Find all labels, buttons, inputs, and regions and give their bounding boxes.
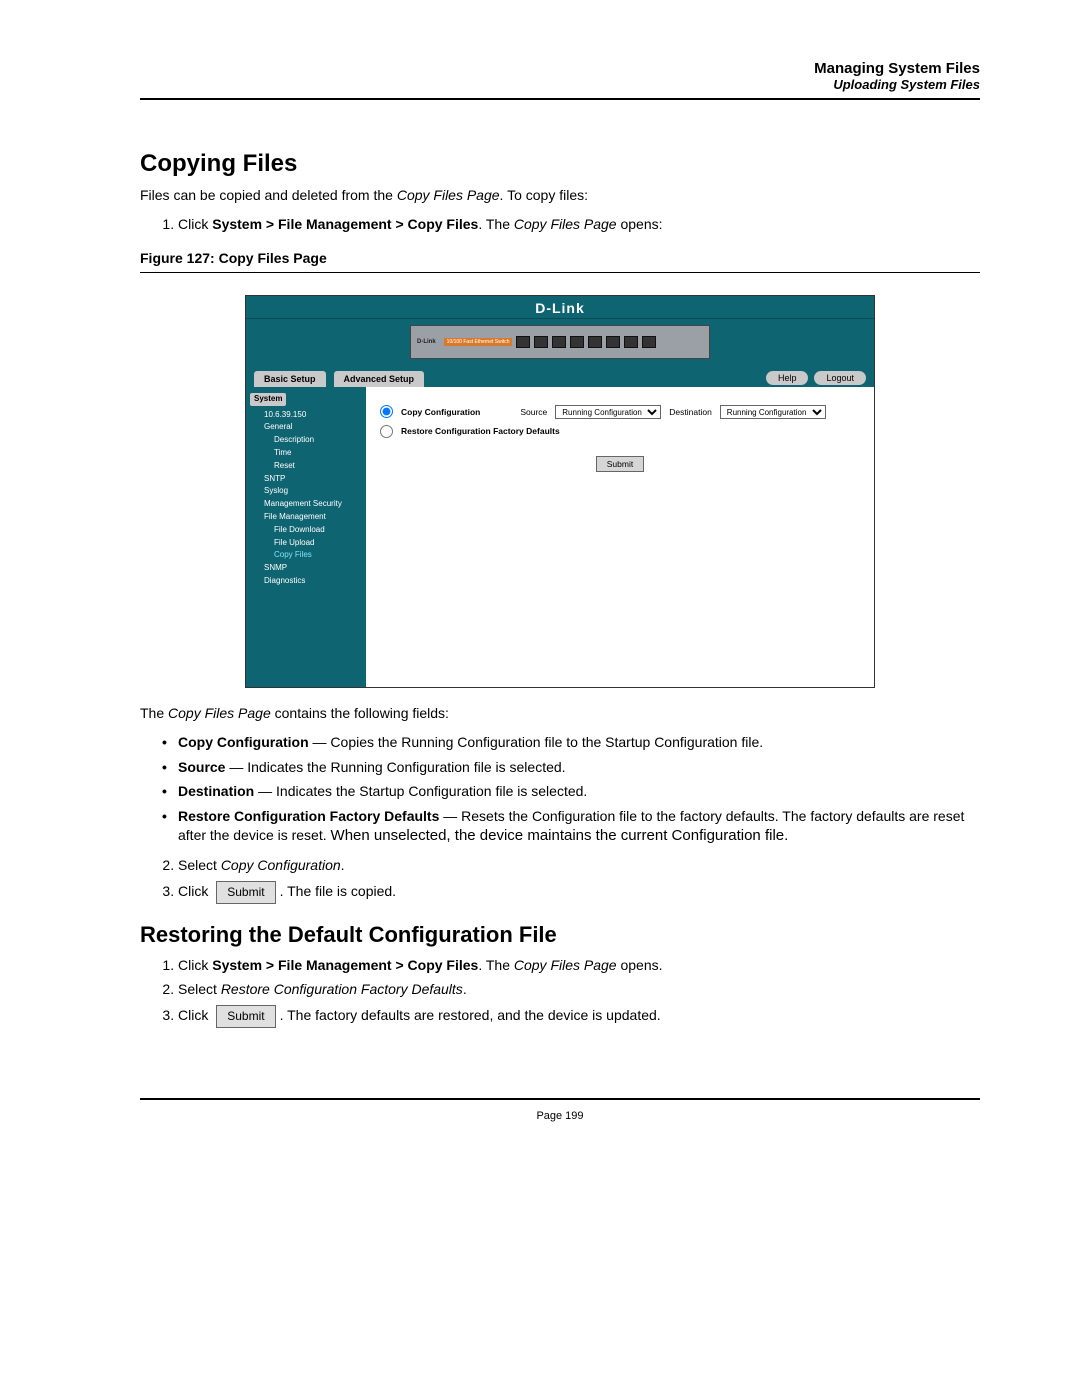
fields-intro: The Copy Files Page contains the followi… [140,704,980,723]
intro-paragraph: Files can be copied and deleted from the… [140,186,980,205]
header-title: Managing System Files [140,60,980,77]
page-header: Managing System Files Uploading System F… [140,60,980,92]
tab-basic-setup[interactable]: Basic Setup [254,371,326,387]
restore-step-2: Select Restore Configuration Factory Def… [178,980,980,999]
header-subtitle: Uploading System Files [140,77,980,92]
port-icon [534,336,548,348]
tree-sntp[interactable]: SNTP [254,473,362,486]
tree-description[interactable]: Description [254,434,362,447]
help-button[interactable]: Help [766,371,809,385]
app-window: D-Link D-Link 10/100 Fast Ethernet Switc… [245,295,875,688]
tree-file-upload[interactable]: File Upload [254,537,362,550]
port-icon [516,336,530,348]
step-2: Select Copy Configuration. [178,856,980,875]
tree-time[interactable]: Time [254,447,362,460]
port-icon [606,336,620,348]
sidebar: System 10.6.39.150 General Description T… [246,387,366,687]
step-3: Click Submit. The file is copied. [178,881,980,903]
port-icon [588,336,602,348]
steps-list-1: Click System > File Management > Copy Fi… [140,215,980,234]
tree-general[interactable]: General [254,421,362,434]
submit-row: Submit [380,456,860,472]
tree-ip[interactable]: 10.6.39.150 [254,409,362,422]
header-rule [140,98,980,100]
submit-button[interactable]: Submit [596,456,644,472]
port-icon [552,336,566,348]
label-restore-defaults: Restore Configuration Factory Defaults [401,426,560,436]
bullet-restore-defaults: Restore Configuration Factory Defaults —… [162,807,980,846]
device-faceplate: D-Link 10/100 Fast Ethernet Switch [410,325,710,359]
inline-submit-button: Submit [216,881,275,903]
device-orange-tag: 10/100 Fast Ethernet Switch [444,338,513,346]
bullet-destination: Destination — Indicates the Startup Conf… [162,782,980,801]
sidebar-head[interactable]: System [250,393,286,406]
label-source: Source [520,407,547,417]
tree-reset[interactable]: Reset [254,460,362,473]
tree-syslog[interactable]: Syslog [254,485,362,498]
tree-file-download[interactable]: File Download [254,524,362,537]
restore-step-1: Click System > File Management > Copy Fi… [178,956,980,975]
tree-snmp[interactable]: SNMP [254,562,362,575]
tree-file-management[interactable]: File Management [254,511,362,524]
row-restore: Restore Configuration Factory Defaults [380,425,860,438]
figure-caption: Figure 127: Copy Files Page [140,250,980,266]
nav-tree: 10.6.39.150 General Description Time Res… [250,409,362,588]
bullet-copy-configuration: Copy Configuration — Copies the Running … [162,733,980,752]
logout-button[interactable]: Logout [814,371,866,385]
figure-rule [140,272,980,273]
steps-list-1b: Select Copy Configuration. Click Submit.… [140,856,980,903]
tree-copy-files[interactable]: Copy Files [254,549,362,562]
section-heading-copying-files: Copying Files [140,150,980,178]
device-image-bar: D-Link 10/100 Fast Ethernet Switch [246,319,874,367]
figure-screenshot: D-Link D-Link 10/100 Fast Ethernet Switc… [140,295,980,688]
restore-step-3: Click Submit. The factory defaults are r… [178,1005,980,1027]
tab-advanced-setup[interactable]: Advanced Setup [334,371,425,387]
row-copy-config: Copy Configuration Source Running Config… [380,405,860,419]
tab-bar: Basic Setup Advanced Setup Help Logout [246,367,874,387]
tree-mgmt-security[interactable]: Management Security [254,498,362,511]
select-destination[interactable]: Running Configuration [720,405,826,419]
port-icon [570,336,584,348]
port-icon [642,336,656,348]
step-1: Click System > File Management > Copy Fi… [178,215,980,234]
main-pane: Copy Configuration Source Running Config… [366,387,874,687]
brand-bar: D-Link [246,296,874,319]
port-icon [624,336,638,348]
footer-rule [140,1098,980,1100]
inline-submit-button: Submit [216,1005,275,1027]
radio-restore-defaults[interactable] [380,425,393,438]
brand-logo: D-Link [535,300,585,316]
radio-copy-configuration[interactable] [380,405,393,418]
tree-diagnostics[interactable]: Diagnostics [254,575,362,588]
section-heading-restoring: Restoring the Default Configuration File [140,922,980,948]
page-number: Page 199 [140,1110,980,1122]
field-descriptions: Copy Configuration — Copies the Running … [140,733,980,847]
device-brand-label: D-Link [417,339,436,345]
app-body: System 10.6.39.150 General Description T… [246,387,874,687]
steps-list-2: Click System > File Management > Copy Fi… [140,956,980,1028]
bullet-source: Source — Indicates the Running Configura… [162,758,980,777]
label-destination: Destination [669,407,712,417]
label-copy-configuration: Copy Configuration [401,407,480,417]
select-source[interactable]: Running Configuration [555,405,661,419]
